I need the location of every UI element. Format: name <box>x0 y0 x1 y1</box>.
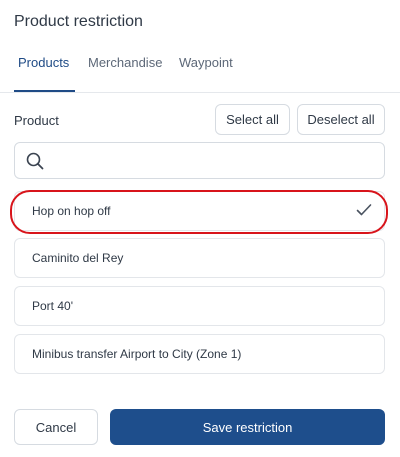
list-item-minibus-transfer[interactable]: Minibus transfer Airport to City (Zone 1… <box>14 334 385 374</box>
checkmark-icon <box>356 204 372 216</box>
tab-merchandise[interactable]: Merchandise <box>88 55 162 70</box>
product-search-box[interactable] <box>14 142 385 179</box>
search-icon <box>26 152 44 170</box>
product-search-input[interactable] <box>55 149 379 175</box>
list-item-label: Hop on hop off <box>32 204 111 218</box>
product-section-label: Product <box>14 113 59 128</box>
tabs-divider <box>0 92 400 93</box>
tab-products[interactable]: Products <box>18 55 69 70</box>
list-item-caminito-del-rey[interactable]: Caminito del Rey <box>14 238 385 278</box>
list-item-label: Minibus transfer Airport to City (Zone 1… <box>32 347 242 361</box>
tab-waypoint[interactable]: Waypoint <box>179 55 233 70</box>
product-list[interactable]: Hop on hop off Caminito del Rey Port 40'… <box>0 185 400 382</box>
save-restriction-button[interactable]: Save restriction <box>110 409 385 445</box>
tab-bar: Products Merchandise Waypoint <box>0 53 400 93</box>
deselect-all-button[interactable]: Deselect all <box>297 104 385 135</box>
dialog-title: Product restriction <box>14 13 143 30</box>
list-item-label: Caminito del Rey <box>32 251 124 265</box>
select-all-button[interactable]: Select all <box>215 104 290 135</box>
list-item-label: Port 40' <box>32 299 73 313</box>
list-item-hop-on-hop-off[interactable]: Hop on hop off <box>14 191 385 231</box>
cancel-button[interactable]: Cancel <box>14 409 98 445</box>
list-item-port-40[interactable]: Port 40' <box>14 286 385 326</box>
